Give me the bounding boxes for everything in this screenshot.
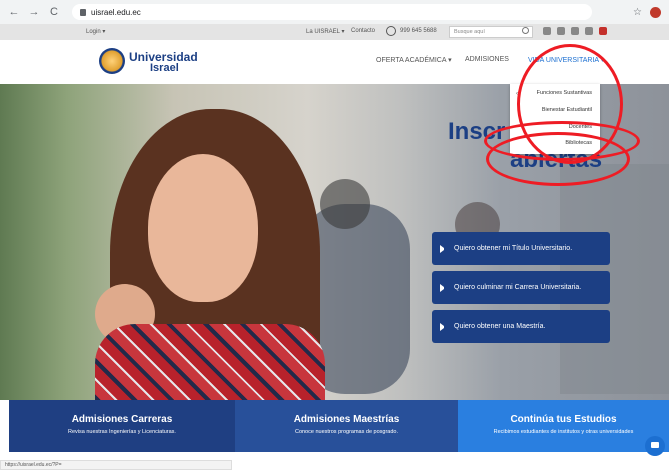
cta-maestria-button[interactable]: Quiero obtener una Maestría. — [432, 310, 610, 343]
la-israel-link[interactable]: La UISRAEL ▾ — [306, 28, 344, 35]
cta-carrera-button[interactable]: Quiero culminar mi Carrera Universitaria… — [432, 271, 610, 304]
admisiones-carreras-card[interactable]: Admisiones Carreras Revisa nuestras Inge… — [9, 400, 235, 452]
url-text: uisrael.edu.ec — [91, 7, 141, 17]
annotation-oval-2 — [486, 132, 630, 186]
youtube-icon[interactable] — [599, 27, 607, 35]
band-subtitle: Conoce nuestros programas de posgrado. — [294, 429, 399, 435]
status-bar-url: https://uisrael.edu.ec/?P= — [0, 460, 232, 470]
login-link[interactable]: Login ▾ — [86, 28, 105, 35]
university-seal-icon[interactable] — [99, 48, 125, 74]
band-subtitle: Revisa nuestras Ingenierías y Licenciatu… — [68, 429, 176, 435]
forward-icon[interactable]: → — [28, 6, 40, 18]
admisiones-maestrias-card[interactable]: Admisiones Maestrías Conoce nuestros pro… — [235, 400, 458, 452]
band-subtitle: Recibimos estudiantes de institutos y ot… — [493, 429, 634, 435]
phone-number[interactable]: 999 645 5688 — [400, 28, 437, 34]
profile-avatar[interactable] — [650, 6, 661, 18]
cta-label: Quiero obtener una Maestría. — [454, 323, 546, 330]
lock-icon — [80, 8, 86, 16]
band-title: Continúa tus Estudios — [510, 414, 617, 425]
cta-label: Quiero culminar mi Carrera Universitaria… — [454, 284, 582, 291]
bookmark-star-icon[interactable]: ☆ — [633, 7, 642, 18]
nav-oferta-academica[interactable]: OFERTA ACADÉMICA ▾ — [376, 56, 452, 64]
facebook-icon[interactable] — [543, 27, 551, 35]
background-head — [320, 179, 370, 229]
instagram-icon[interactable] — [571, 27, 579, 35]
reload-icon[interactable]: C — [48, 6, 60, 18]
chat-icon[interactable] — [645, 436, 665, 456]
twitter-icon[interactable] — [557, 27, 565, 35]
contacto-link[interactable]: Contacto — [351, 28, 375, 34]
cta-label: Quiero obtener mi Título Universitario. — [454, 245, 573, 252]
browser-toolbar: ← → C uisrael.edu.ec ☆ — [0, 0, 669, 24]
pointer-icon — [440, 244, 448, 253]
student-shirt — [95, 324, 325, 400]
search-icon[interactable] — [522, 27, 529, 34]
pointer-icon — [440, 322, 448, 331]
search-input[interactable]: Busque aquí — [449, 26, 533, 38]
nav-admisiones[interactable]: ADMISIONES — [465, 56, 509, 63]
continua-estudios-card[interactable]: Continúa tus Estudios Recibimos estudian… — [458, 400, 669, 452]
linkedin-icon[interactable] — [585, 27, 593, 35]
band-title: Admisiones Maestrías — [293, 414, 400, 425]
band-title: Admisiones Carreras — [71, 414, 173, 425]
student-face — [148, 154, 258, 302]
whatsapp-icon[interactable] — [386, 26, 396, 36]
logo-text-israel[interactable]: Israel — [150, 62, 179, 74]
back-icon[interactable]: ← — [8, 6, 20, 18]
top-utility-bar: Login ▾ La UISRAEL ▾ Contacto 999 645 56… — [0, 24, 669, 40]
pointer-icon — [440, 283, 448, 292]
cta-titulo-button[interactable]: Quiero obtener mi Título Universitario. — [432, 232, 610, 265]
address-bar[interactable]: uisrael.edu.ec — [72, 4, 592, 20]
